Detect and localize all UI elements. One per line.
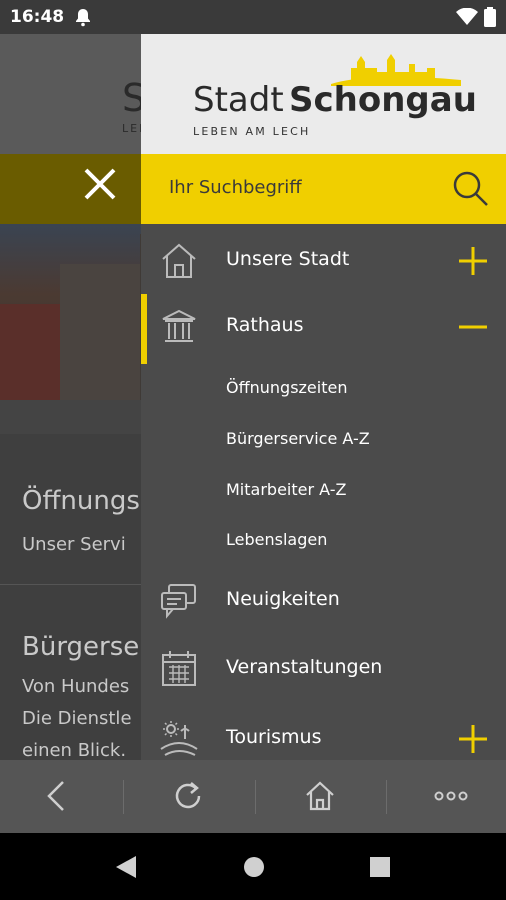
toolbar-divider bbox=[123, 780, 124, 814]
notification-bell-icon bbox=[74, 7, 92, 31]
logo-tagline: LEBEN AM LECH bbox=[193, 125, 311, 138]
status-bar: 16:48 bbox=[0, 0, 506, 34]
navigation-drawer: Stadt Schongau LEBEN AM LECH Ihr Suchbeg… bbox=[141, 34, 506, 760]
system-nav-bar bbox=[0, 833, 506, 900]
expand-plus-icon[interactable] bbox=[456, 244, 490, 278]
page-item-text: einen Blick. bbox=[22, 740, 127, 760]
more-icon bbox=[434, 791, 468, 801]
bottom-toolbar bbox=[0, 760, 506, 833]
toolbar-divider bbox=[255, 780, 256, 814]
house-icon bbox=[159, 241, 199, 281]
submenu-item-lebenslagen[interactable]: Lebenslagen bbox=[226, 530, 327, 549]
reload-button[interactable] bbox=[158, 776, 218, 816]
page-item-title: Öffnungs bbox=[22, 486, 140, 516]
menu-item-label: Rathaus bbox=[226, 314, 304, 336]
expand-plus-icon[interactable] bbox=[456, 722, 490, 756]
menu-item-veranstaltungen[interactable]: Veranstaltungen bbox=[141, 636, 506, 702]
logo-word-stadt: Stadt bbox=[193, 80, 284, 120]
menu-item-neuigkeiten[interactable]: Neuigkeiten bbox=[141, 568, 506, 634]
search-icon[interactable] bbox=[450, 168, 490, 212]
menu-item-label: Neuigkeiten bbox=[226, 588, 340, 610]
page-item-text: Die Dienstle bbox=[22, 708, 132, 729]
home-icon bbox=[306, 781, 334, 811]
menu-item-label: Tourismus bbox=[226, 726, 322, 748]
page-item-text: Von Hundes bbox=[22, 676, 130, 697]
logo-word-schongau: Schongau bbox=[289, 80, 477, 120]
menu-item-rathaus[interactable]: Rathaus bbox=[141, 294, 506, 364]
back-button[interactable] bbox=[27, 776, 87, 816]
submenu-item-buergerservice[interactable]: Bürgerservice A-Z bbox=[226, 429, 370, 448]
triangle-back-icon bbox=[116, 856, 136, 878]
landscape-icon bbox=[159, 719, 199, 759]
nav-recents-button[interactable] bbox=[362, 851, 398, 883]
page-item-title: Bürgerse bbox=[22, 632, 140, 662]
search-bar[interactable]: Ihr Suchbegriff bbox=[141, 154, 506, 224]
menu-item-unsere-stadt[interactable]: Unsere Stadt bbox=[141, 228, 506, 294]
home-button[interactable] bbox=[290, 776, 350, 816]
menu-item-label: Unsere Stadt bbox=[226, 248, 350, 270]
close-icon bbox=[84, 168, 116, 200]
battery-icon bbox=[484, 7, 496, 31]
square-recents-icon bbox=[370, 857, 390, 877]
search-input[interactable]: Ihr Suchbegriff bbox=[169, 177, 302, 198]
nav-home-button[interactable] bbox=[236, 851, 272, 883]
toolbar-divider bbox=[386, 780, 387, 814]
more-button[interactable] bbox=[421, 776, 481, 816]
chat-bubbles-icon bbox=[159, 581, 199, 621]
collapse-minus-icon[interactable] bbox=[456, 310, 490, 344]
reload-icon bbox=[175, 782, 201, 809]
status-time: 16:48 bbox=[10, 7, 65, 27]
close-drawer-button[interactable] bbox=[80, 166, 120, 212]
circle-home-icon bbox=[244, 857, 264, 877]
nav-back-button[interactable] bbox=[108, 851, 144, 883]
menu-item-label: Veranstaltungen bbox=[226, 656, 383, 678]
calendar-icon bbox=[159, 649, 199, 689]
back-icon bbox=[47, 781, 64, 811]
submenu-item-oeffnungszeiten[interactable]: Öffnungszeiten bbox=[226, 378, 347, 397]
submenu-item-mitarbeiter[interactable]: Mitarbeiter A-Z bbox=[226, 480, 346, 499]
page-item-subtitle: Unser Servi bbox=[22, 534, 126, 555]
townhall-icon bbox=[159, 307, 199, 347]
city-logo[interactable]: Stadt Schongau LEBEN AM LECH bbox=[141, 34, 506, 154]
menu-item-tourismus[interactable]: Tourismus bbox=[141, 706, 506, 760]
wifi-icon bbox=[456, 7, 478, 30]
active-indicator bbox=[141, 294, 147, 364]
